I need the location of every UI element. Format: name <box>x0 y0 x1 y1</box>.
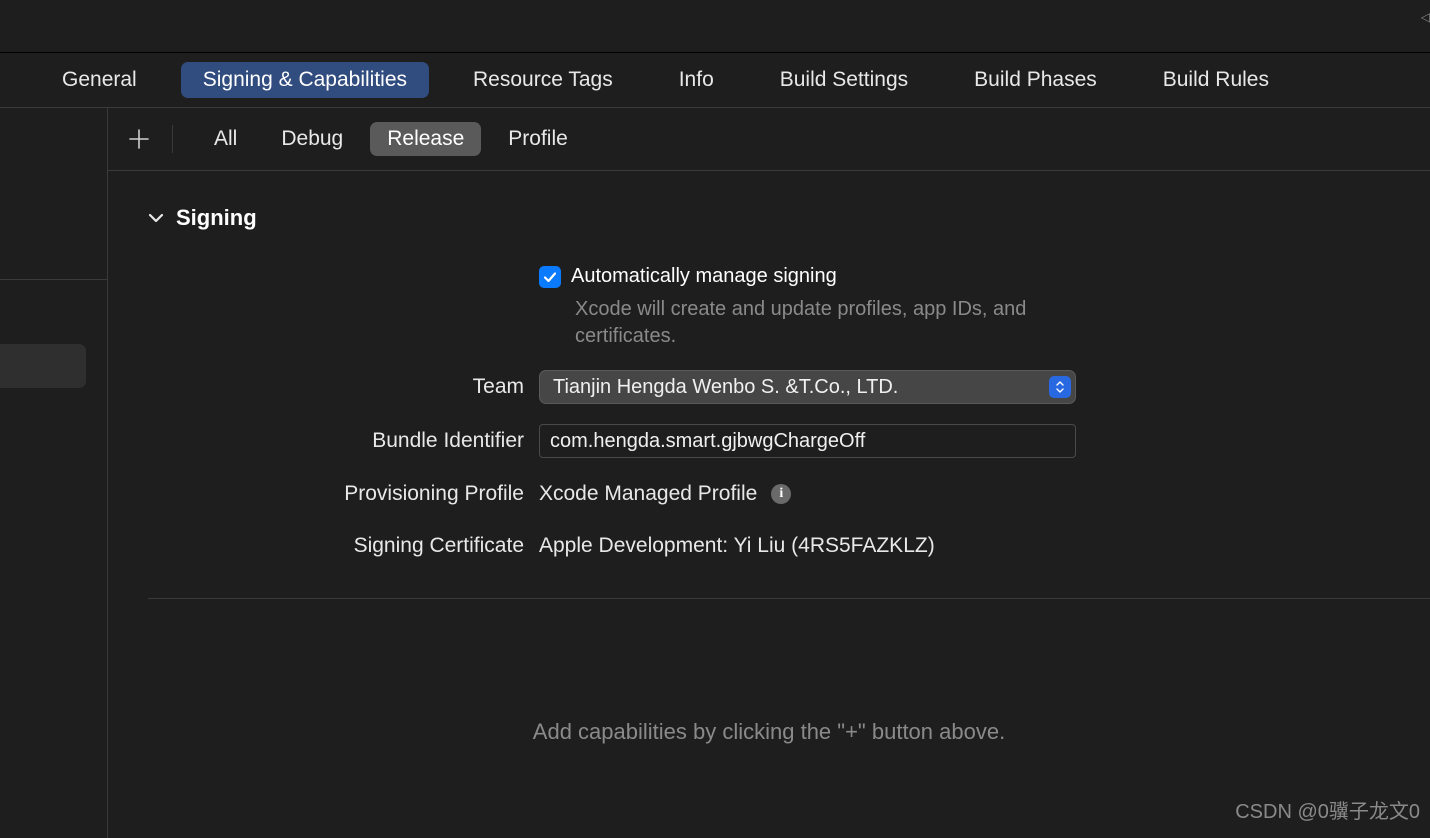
filter-profile[interactable]: Profile <box>491 122 585 156</box>
signing-cert-label: Signing Certificate <box>148 534 539 558</box>
signing-cert-value: Apple Development: Yi Liu (4RS5FAZKLZ) <box>539 534 935 558</box>
tab-general[interactable]: General <box>40 62 159 98</box>
bundle-id-input[interactable] <box>539 424 1076 458</box>
sidebar-project-section <box>0 108 107 280</box>
tab-signing-capabilities[interactable]: Signing & Capabilities <box>181 62 429 98</box>
divider <box>172 125 173 153</box>
provisioning-profile-label: Provisioning Profile <box>148 482 539 506</box>
tab-build-phases[interactable]: Build Phases <box>952 62 1119 98</box>
auto-manage-checkbox[interactable] <box>539 266 561 288</box>
signing-section: Signing Automatically manage signing Xco… <box>108 171 1430 562</box>
project-tabs: General Signing & Capabilities Resource … <box>0 53 1430 108</box>
add-capability-button[interactable] <box>126 126 152 152</box>
filter-all[interactable]: All <box>197 122 254 156</box>
watermark: CSDN @0骥子龙文0 <box>1235 795 1420 824</box>
signing-title: Signing <box>176 205 257 231</box>
signing-section-header[interactable]: Signing <box>148 205 1390 231</box>
team-value: Tianjin Hengda Wenbo S. &T.Co., LTD. <box>553 376 898 399</box>
collapse-icon: ◁ <box>1421 10 1430 24</box>
top-spacer: ◁ <box>0 0 1430 53</box>
targets-sidebar <box>0 108 108 838</box>
filter-release[interactable]: Release <box>370 122 481 156</box>
bundle-id-label: Bundle Identifier <box>148 429 539 453</box>
auto-manage-help-text: Xcode will create and update profiles, a… <box>575 296 1075 350</box>
tab-resource-tags[interactable]: Resource Tags <box>451 62 635 98</box>
provisioning-profile-value: Xcode Managed Profile <box>539 482 757 506</box>
team-label: Team <box>148 375 539 399</box>
chevron-down-icon <box>148 212 164 224</box>
empty-capabilities-message: Add capabilities by clicking the "+" but… <box>108 719 1430 745</box>
updown-arrows-icon <box>1049 376 1071 398</box>
tab-build-settings[interactable]: Build Settings <box>758 62 930 98</box>
tab-info[interactable]: Info <box>657 62 736 98</box>
info-icon[interactable]: i <box>771 484 791 504</box>
team-select[interactable]: Tianjin Hengda Wenbo S. &T.Co., LTD. <box>539 370 1076 404</box>
content-area: All Debug Release Profile Signing <box>108 108 1430 838</box>
auto-manage-label: Automatically manage signing <box>571 265 837 288</box>
filter-debug[interactable]: Debug <box>264 122 360 156</box>
config-filter-row: All Debug Release Profile <box>108 108 1430 171</box>
section-divider <box>148 598 1430 599</box>
sidebar-selected-target[interactable] <box>0 344 86 388</box>
tab-build-rules[interactable]: Build Rules <box>1141 62 1291 98</box>
